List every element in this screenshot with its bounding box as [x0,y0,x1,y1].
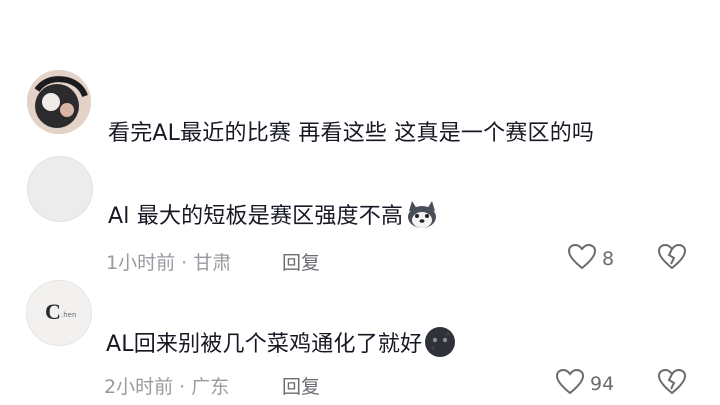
dark-moon-face-emoji [424,326,456,364]
avatar-subtext: .hen [61,311,77,319]
comment-text: AL回来别被几个菜鸡通化了就好 [106,326,456,364]
heart-icon [555,368,585,399]
broken-heart-icon [657,368,687,399]
like-count: 94 [590,373,615,395]
comment-3: C .hen AL回来别被几个菜鸡通化了就好 2小时前 · 广东 回复 94 [0,0,720,405]
avatar[interactable]: C .hen [26,280,92,346]
dislike-button[interactable] [657,368,687,399]
reply-button[interactable]: 回复 [282,372,320,399]
comment-time: 2小时前 [104,376,174,398]
comment-meta: 2小时前 · 广东 [104,372,229,399]
like-button[interactable]: 94 [555,368,615,399]
comment-location: 广东 [191,376,230,398]
avatar-initial: C [45,299,61,324]
meta-separator: · [179,376,192,398]
